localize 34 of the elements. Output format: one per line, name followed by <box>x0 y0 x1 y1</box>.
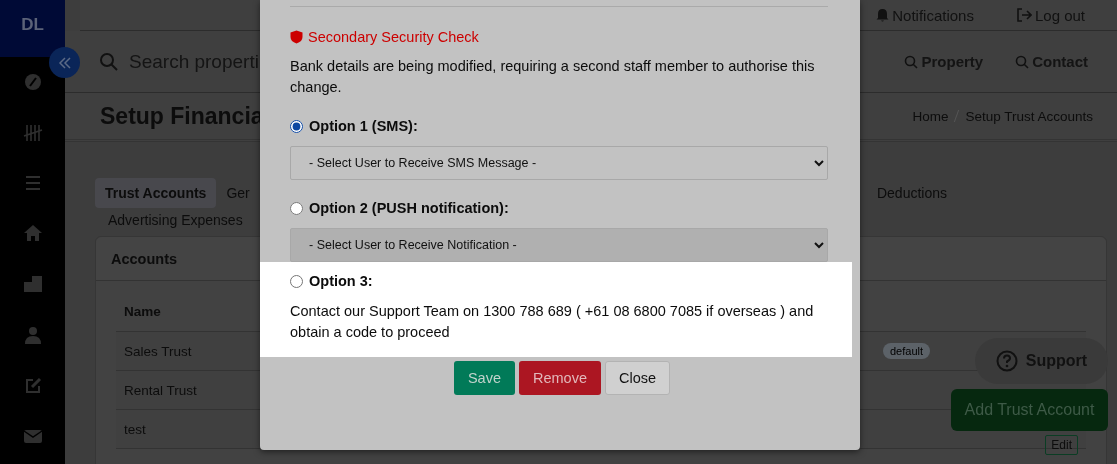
option-label: Option 3: <box>309 273 373 289</box>
option-label: Option 2 (PUSH notification): <box>309 200 509 216</box>
save-button[interactable]: Save <box>453 361 515 395</box>
double-chevron-icon <box>57 56 72 69</box>
gauge-icon[interactable] <box>23 73 42 91</box>
bell-icon <box>876 8 890 22</box>
logout-icon <box>1015 8 1032 22</box>
remove-button[interactable]: Remove <box>519 361 601 395</box>
menu-icon[interactable] <box>23 175 42 191</box>
card-title: Accounts <box>111 250 178 267</box>
close-button[interactable]: Close <box>605 361 671 395</box>
building-icon[interactable] <box>22 275 43 293</box>
search-icon <box>904 54 919 69</box>
option-radio[interactable] <box>290 201 303 215</box>
logo[interactable]: DL <box>0 0 65 57</box>
option-radio[interactable] <box>290 274 303 288</box>
edit-icon[interactable] <box>23 377 42 395</box>
shield-icon <box>290 30 303 44</box>
search-icon <box>1015 54 1030 69</box>
option-label: Option 1 (SMS): <box>309 118 418 134</box>
option-radio[interactable] <box>290 119 303 133</box>
default-badge: default <box>883 343 931 359</box>
tally-icon[interactable] <box>22 124 43 142</box>
person-icon[interactable] <box>23 326 42 344</box>
tab[interactable]: Trust Accounts <box>95 178 217 208</box>
option-description: Contact our Support Team on 1300 788 689 ( +61 08 6800 7085 if overseas ) and obtain a code to proceed <box>290 302 815 342</box>
envelope-icon[interactable] <box>22 428 43 444</box>
search-icon <box>99 51 119 72</box>
add-account-button[interactable]: Add Trust Account <box>951 389 1108 431</box>
dialog-message: Bank details are being modified, requiring a second staff member to authorise this change. <box>290 57 816 97</box>
dialog-title: Secondary Security Check <box>308 29 479 45</box>
help-icon <box>995 350 1018 372</box>
home-icon[interactable] <box>22 224 43 242</box>
user-select[interactable]: - Select User to Receive SMS Message - <box>290 146 828 180</box>
